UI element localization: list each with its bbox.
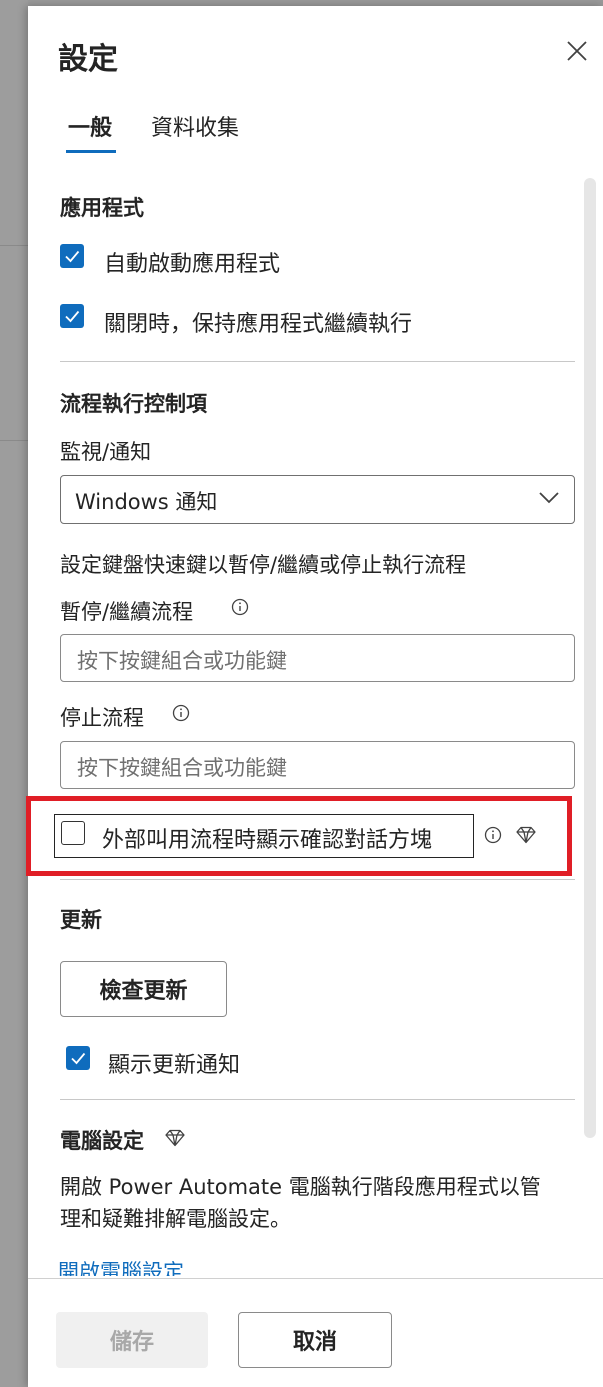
divider [60, 361, 575, 362]
panel-title: 設定 [58, 42, 118, 77]
cancel-button[interactable]: 取消 [238, 1312, 392, 1368]
open-machine-settings-link[interactable]: 開啟電腦設定 [58, 1256, 184, 1276]
section-heading-machine-settings: 電腦設定 [60, 1129, 144, 1153]
pause-shortcut-placeholder: 按下按鍵組合或功能鍵 [77, 649, 287, 673]
stop-shortcut-input[interactable]: 按下按鍵組合或功能鍵 [60, 741, 575, 789]
premium-diamond-icon [164, 1129, 186, 1147]
auto-start-checkbox[interactable] [60, 244, 84, 268]
confirm-dialog-checkbox[interactable] [61, 821, 85, 845]
close-icon[interactable] [562, 36, 592, 66]
pause-shortcut-input[interactable]: 按下按鍵組合或功能鍵 [60, 634, 575, 682]
stop-flow-label: 停止流程 [60, 706, 144, 730]
info-icon[interactable] [484, 826, 502, 844]
backdrop-divider [0, 440, 28, 441]
footer-divider [28, 1278, 603, 1279]
backdrop [0, 0, 28, 1387]
keep-running-checkbox[interactable] [60, 304, 84, 328]
section-heading-app: 應用程式 [60, 196, 144, 220]
shortcut-description: 設定鍵盤快速鍵以暫停/繼續或停止執行流程 [60, 553, 467, 577]
notification-dropdown-value: Windows 通知 [75, 490, 218, 514]
monitor-label: 監視/通知 [60, 440, 152, 464]
tab-general[interactable]: 一般 [68, 110, 112, 142]
info-icon[interactable] [172, 704, 190, 722]
notification-dropdown[interactable]: Windows 通知 [60, 475, 575, 524]
section-heading-update: 更新 [60, 908, 102, 932]
keep-running-label: 關閉時，保持應用程式繼續執行 [104, 312, 413, 337]
show-update-notification-checkbox[interactable] [66, 1046, 90, 1070]
save-button[interactable]: 儲存 [56, 1312, 208, 1368]
machine-settings-description: 開啟 Power Automate 電腦執行階段應用程式以管理和疑難排解電腦設定… [60, 1175, 541, 1231]
scrollbar[interactable] [584, 178, 596, 1138]
show-update-notification-label: 顯示更新通知 [108, 1053, 241, 1078]
info-icon[interactable] [231, 598, 249, 616]
active-tab-indicator [66, 150, 116, 153]
auto-start-label: 自動啟動應用程式 [104, 252, 281, 277]
pause-flow-label: 暫停/繼續流程 [60, 600, 194, 624]
divider [60, 879, 575, 880]
section-heading-flow-control: 流程執行控制項 [60, 392, 207, 416]
stop-shortcut-placeholder: 按下按鍵組合或功能鍵 [77, 756, 287, 780]
check-updates-button[interactable]: 檢查更新 [60, 961, 227, 1017]
divider [60, 1099, 575, 1100]
chevron-down-icon [538, 490, 560, 509]
settings-panel: 設定 一般 資料收集 應用程式 自動啟動應用程式 關閉時，保持應用程式繼續執行 … [26, 6, 603, 1387]
premium-diamond-icon [515, 826, 537, 844]
backdrop-divider [0, 245, 28, 246]
confirm-dialog-label: 外部叫用流程時顯示確認對話方塊 [102, 828, 433, 853]
tab-data-collection[interactable]: 資料收集 [151, 110, 239, 142]
